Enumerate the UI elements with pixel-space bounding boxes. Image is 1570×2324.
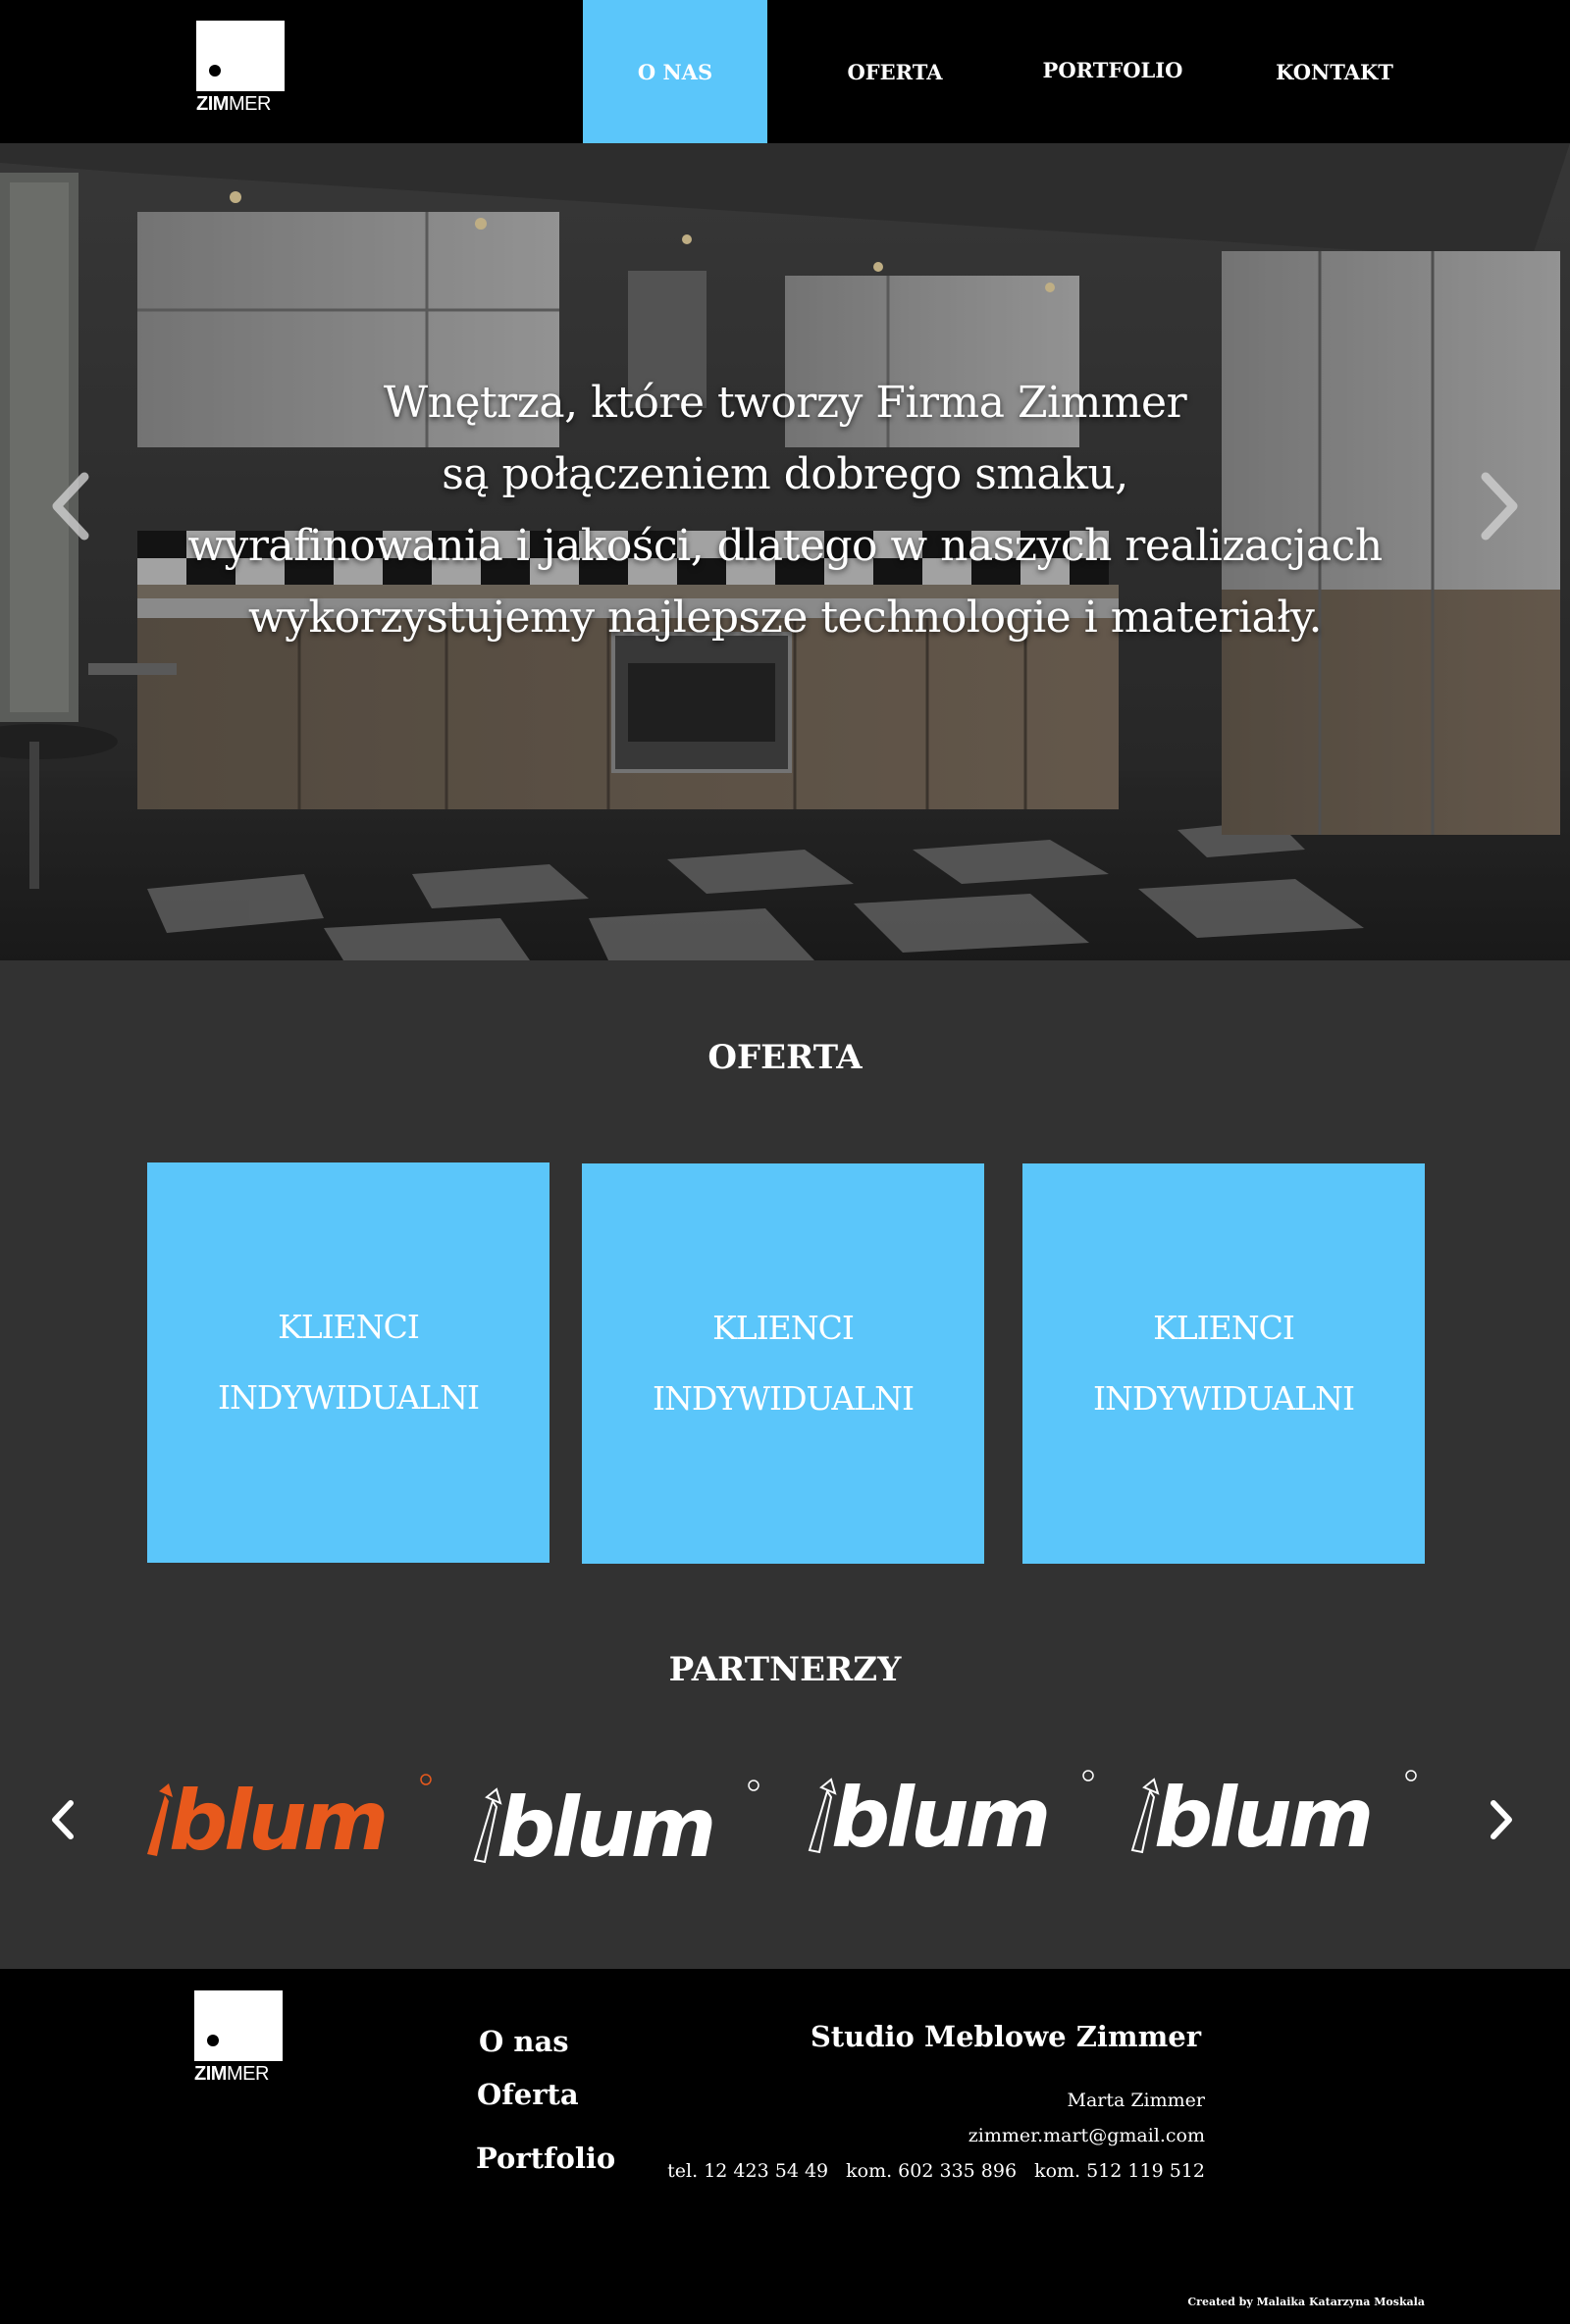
nav-kontakt[interactable]: KONTAKT [1242, 0, 1427, 143]
offer-card-line2: INDYWIDUALNI [217, 1378, 480, 1417]
blum-logo-icon: blum [473, 1780, 759, 1876]
studio-name: Studio Meblowe Zimmer [810, 2020, 1201, 2053]
offer-card-3[interactable]: KLIENCI INDYWIDUALNI [1022, 1163, 1425, 1564]
offer-card-2[interactable]: KLIENCI INDYWIDUALNI [582, 1163, 984, 1564]
offer-title: OFERTA [707, 1038, 863, 1077]
blum-logo-icon: blum [1130, 1770, 1417, 1866]
partner-logo-blum-3[interactable]: blum [802, 1766, 1096, 1866]
offer-card-1[interactable]: KLIENCI INDYWIDUALNI [147, 1162, 550, 1563]
site-header: ZIMMER O NAS OFERTA PORTFOLIO KONTAKT [0, 0, 1570, 143]
hero-line-1: Wnętrza, które tworzy Firma Zimmer [383, 378, 1187, 428]
contact-person: Marta Zimmer [1067, 2090, 1205, 2111]
logo-wordmark: ZIMMER [194, 2063, 269, 2085]
offer-card-line1: KLIENCI [712, 1309, 855, 1347]
hero-headline: Wnętrza, które tworzy Firma Zimmer są po… [0, 367, 1570, 653]
offer-card-line2: INDYWIDUALNI [1092, 1379, 1355, 1418]
offer-card-line1: KLIENCI [1153, 1309, 1295, 1347]
blum-logo-icon: blum [808, 1770, 1094, 1866]
nav-portfolio[interactable]: PORTFOLIO [1020, 0, 1205, 141]
hero-slider: Wnętrza, które tworzy Firma Zimmer są po… [0, 143, 1570, 960]
offer-card-line2: INDYWIDUALNI [652, 1379, 915, 1418]
designer-credit: Created by Malaika Katarzyna Moskala [1187, 2296, 1425, 2308]
logo-square [194, 1990, 283, 2061]
hero-line-4: wykorzystujemy najlepsze technologie i m… [247, 593, 1323, 643]
phone-landline[interactable]: tel. 12 423 54 49 [667, 2160, 828, 2182]
partners-title: PARTNERZY [668, 1650, 902, 1689]
hero-line-3: wyrafinowania i jakości, dlatego w naszy… [187, 521, 1383, 571]
partner-logo-blum-2[interactable]: blum [467, 1766, 761, 1876]
svg-text:blum: blum [831, 1770, 1047, 1864]
chevron-right-icon[interactable] [1468, 467, 1527, 545]
nav-oferta[interactable]: OFERTA [803, 0, 987, 143]
phone-mobile-2[interactable]: kom. 512 119 512 [1034, 2160, 1205, 2182]
chevron-left-icon[interactable] [43, 1795, 82, 1844]
partner-logo-blum-4[interactable]: blum [1125, 1766, 1419, 1866]
footer-link-o-nas[interactable]: O nas [479, 2025, 569, 2058]
contact-phones: tel. 12 423 54 49 kom. 602 335 896 kom. 51… [667, 2160, 1205, 2182]
contact-email[interactable]: zimmer.mart@gmail.com [968, 2125, 1205, 2146]
logo-wordmark: ZIMMER [196, 93, 271, 115]
logo-dot [207, 2035, 219, 2046]
offer-card-line1: KLIENCI [278, 1308, 420, 1346]
logo-dot [209, 65, 221, 77]
zimmer-logo[interactable]: ZIMMER [196, 21, 285, 115]
blum-logo-icon: blum [147, 1773, 432, 1869]
logo-square [196, 21, 285, 91]
svg-text:blum: blum [169, 1773, 385, 1864]
nav-o-nas[interactable]: O NAS [583, 0, 767, 143]
chevron-right-icon[interactable] [1482, 1795, 1521, 1844]
chevron-left-icon[interactable] [43, 467, 102, 545]
svg-text:blum: blum [497, 1780, 712, 1864]
phone-mobile-1[interactable]: kom. 602 335 896 [846, 2160, 1017, 2182]
svg-text:blum: blum [1154, 1770, 1370, 1864]
footer-zimmer-logo[interactable]: ZIMMER [194, 1990, 283, 2085]
partner-logo-blum-1[interactable]: blum [139, 1766, 434, 1869]
footer-link-oferta[interactable]: Oferta [477, 2078, 579, 2111]
footer-link-portfolio[interactable]: Portfolio [476, 2142, 615, 2175]
hero-line-2: są połączeniem dobrego smaku, [442, 449, 1128, 499]
